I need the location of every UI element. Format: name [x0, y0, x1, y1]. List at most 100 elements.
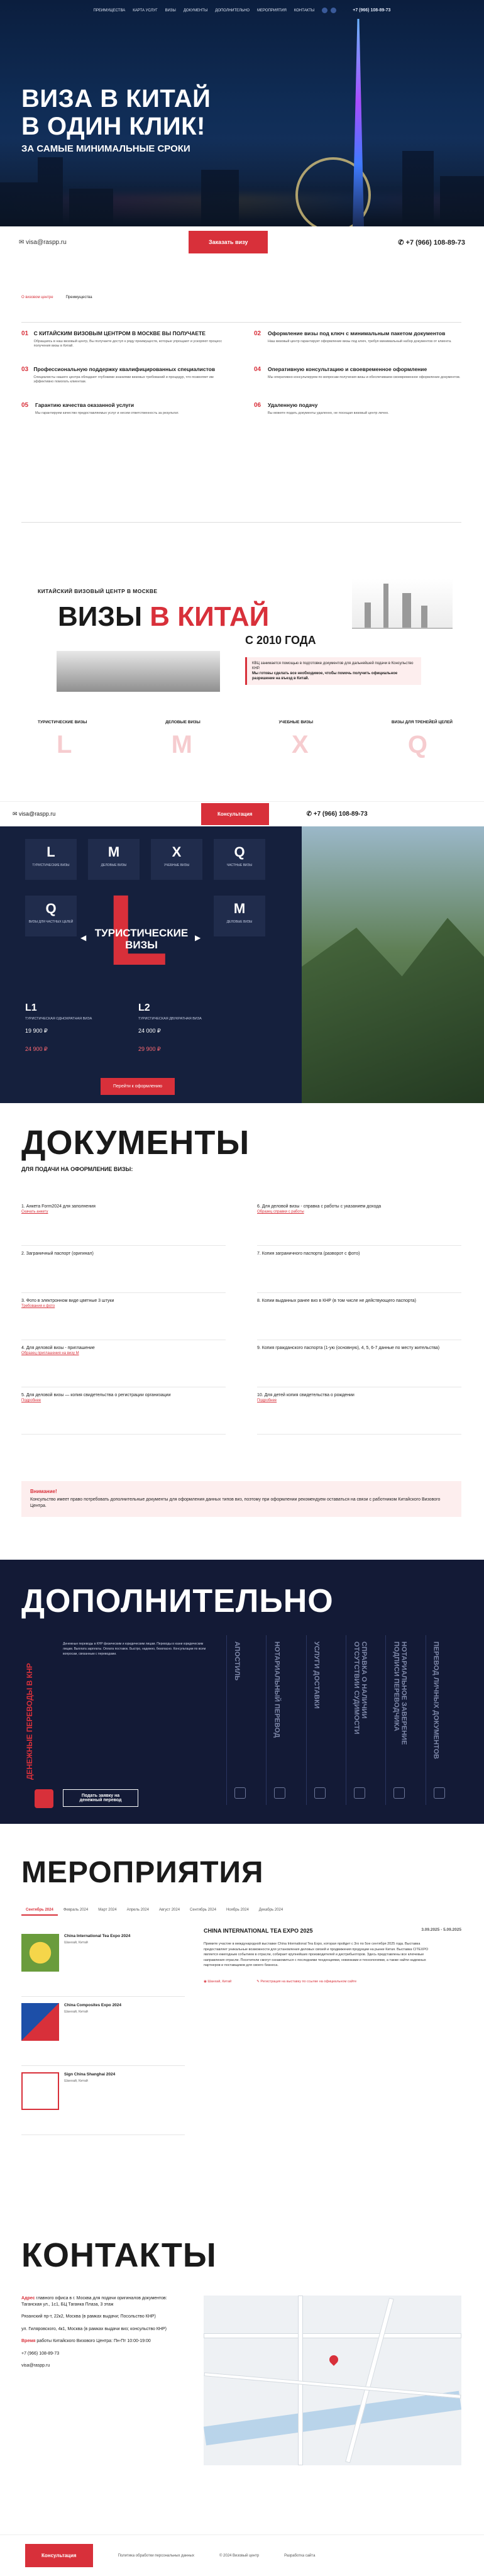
visa-categories: ТУРИСТИЧЕСКИЕ ВИЗЫ ДЕЛОВЫЕ ВИЗЫ УЧЕБНЫЕ …	[38, 720, 453, 724]
great-wall-image	[57, 651, 220, 692]
social-icons	[322, 8, 337, 13]
breadcrumb-about[interactable]: О визовом центре	[21, 296, 53, 299]
visa-tile-m-business[interactable]: M ДЕЛОВЫЕ ВИЗЫ	[214, 896, 265, 936]
hero-subtitle: ЗА САМЫЕ МИНИМАЛЬНЫЕ СРОКИ	[21, 143, 190, 154]
map-pin-icon[interactable]	[327, 2353, 340, 2366]
breadcrumb-advantages[interactable]: Преимущества	[66, 296, 92, 299]
document-icon	[433, 1787, 445, 1799]
event-title: CHINA INTERNATIONAL TEA EXPO 2025	[204, 1928, 313, 1934]
document-link[interactable]: Образец справки с работы	[257, 1209, 461, 1215]
month-tabs: Сентябрь 2024 Февраль 2024 Март 2024 Апр…	[21, 1906, 461, 1916]
tab-month[interactable]: Февраль 2024	[59, 1906, 92, 1916]
hero-email[interactable]: ✉ visa@raspp.ru	[19, 239, 176, 246]
document-link[interactable]: Подробнее	[257, 1398, 461, 1404]
category-business[interactable]: ДЕЛОВЫЕ ВИЗЫ	[165, 720, 201, 724]
service-notary-translation[interactable]: НОТАРИАЛЬНЫЙ ПЕРЕВОД	[266, 1635, 305, 1805]
document-item: 8. Копии выданных ранее виз в КНР (в том…	[257, 1293, 461, 1340]
contact-email[interactable]: visa@raspp.ru	[21, 2363, 185, 2369]
composites-expo-logo	[21, 2003, 59, 2041]
signature-icon	[393, 1787, 405, 1799]
visa-tile-l[interactable]: L ТУРИСТИЧЕСКИЕ ВИЗЫ	[25, 839, 77, 880]
documents-subtitle: ДЛЯ ПОДАЧИ НА ОФОРМЛЕНИЕ ВИЗЫ:	[21, 1166, 133, 1172]
money-transfer-button[interactable]: Подать заявку на денежный перевод	[63, 1789, 138, 1807]
go-to-order-button[interactable]: Перейти к оформлению	[101, 1078, 175, 1095]
document-item: 1. Анкета Form2024 для заполнения Скачать…	[21, 1199, 226, 1246]
nav-item-documents[interactable]: ДОКУМЕНТЫ	[184, 9, 207, 13]
consultation-button[interactable]: Консультация	[201, 803, 269, 825]
visa-types-section: L ТУРИСТИЧЕСКИЕ ВИЗЫ M ДЕЛОВЫЕ ВИЗЫ X УЧЕБН…	[0, 826, 484, 1103]
nav-item-additional[interactable]: ДОПОЛНИТЕЛЬНО	[215, 9, 250, 13]
visa-letters: LMXQ	[57, 731, 427, 758]
location-map[interactable]	[204, 2296, 461, 2465]
notice-box: Внимание! Консульство имеет право потреб…	[21, 1481, 461, 1517]
tea-expo-logo	[21, 1934, 59, 1972]
event-item[interactable]: China Composites Expo 2024 Шанхай, Китай	[21, 1997, 185, 2066]
event-register-link[interactable]: ✎ Регистрация на выставку по ссылке на о…	[256, 1980, 356, 1984]
event-location-link[interactable]: ◉ Шанхай, Китай	[204, 1980, 231, 1984]
category-study[interactable]: УЧЕБНЫЕ ВИЗЫ	[279, 720, 314, 724]
delivery-icon	[314, 1787, 326, 1799]
tab-month[interactable]: Сентябрь 2024	[21, 1906, 58, 1916]
promo-info-box: КВЦ занимается помощью в подготовке доку…	[245, 657, 421, 685]
advantage-item: 03 Профессиональную поддержку квалифициро…	[21, 366, 216, 384]
document-link[interactable]: Подробнее	[21, 1398, 226, 1404]
arrow-right-icon[interactable]: ▶	[195, 933, 201, 942]
document-item: 4. Для деловой визы - приглашение Образец…	[21, 1340, 226, 1387]
telegram-icon[interactable]	[322, 8, 328, 13]
tab-month[interactable]: Апрель 2024	[123, 1906, 153, 1916]
document-item: 3. Фото в электронном виде цветные 3 шту…	[21, 1293, 226, 1340]
document-link[interactable]: Скачать анкету	[21, 1209, 226, 1215]
nav-item-visas[interactable]: ВИЗЫ	[165, 9, 176, 13]
tab-month[interactable]: Ноябрь 2024	[222, 1906, 253, 1916]
document-link[interactable]: Требования к фото	[21, 1304, 226, 1309]
nav-item-events[interactable]: МЕРОПРИЯТИЯ	[257, 9, 287, 13]
services-columns: АПОСТИЛЬ НОТАРИАЛЬНЫЙ ПЕРЕВОД УСЛУГИ ДОС…	[226, 1635, 465, 1805]
nav-item-advantages[interactable]: ПРЕИМУЩЕСТВА	[94, 9, 126, 13]
privacy-link[interactable]: Политика обработки персональных данных	[118, 2554, 194, 2558]
contact-bar-phone[interactable]: ✆ +7 (966) 108-89-73	[307, 811, 368, 818]
document-item: 2. Заграничный паспорт (оригинал)	[21, 1246, 226, 1293]
contact-phone[interactable]: +7 (966) 108-89-73	[21, 2351, 185, 2357]
event-item[interactable]: China International Tea Expo 2024 Шанхай,…	[21, 1928, 185, 1997]
tab-month[interactable]: Август 2024	[155, 1906, 184, 1916]
visa-option-l1: L1 ТУРИСТИЧЕСКАЯ ОДНОКРАТНАЯ ВИЗА 19 900…	[25, 1002, 92, 1052]
service-apostille[interactable]: АПОСТИЛЬ	[226, 1635, 266, 1805]
event-details: CHINA INTERNATIONAL TEA EXPO 2025 3.09.20…	[204, 1928, 461, 1984]
service-criminal-record[interactable]: СПРАВКА О НАЛИЧИИ ОТСУТСТВИИ СУДИМОСТИ	[345, 1635, 385, 1805]
document-link[interactable]: Образец приглашения на визу M	[21, 1351, 226, 1357]
service-delivery[interactable]: УСЛУГИ ДОСТАВКИ	[305, 1635, 346, 1805]
category-tourist[interactable]: ТУРИСТИЧЕСКИЕ ВИЗЫ	[38, 720, 87, 724]
nav-item-contacts[interactable]: КОНТАКТЫ	[294, 9, 314, 13]
visa-tile-q[interactable]: Q ЧАСТНЫЕ ВИЗЫ	[214, 839, 265, 880]
order-visa-button[interactable]: Заказать визу	[189, 231, 268, 253]
service-personal-docs[interactable]: ПЕРЕВОД ЛИЧНЫХ ДОКУМЕНТОВ	[425, 1635, 465, 1805]
documents-title: ДОКУМЕНТЫ	[21, 1124, 250, 1162]
promo-kicker: КИТАЙСКИЙ ВИЗОВЫЙ ЦЕНТР В МОСКВЕ	[38, 588, 158, 594]
document-item: 5. Для деловой визы — копия свидетельств…	[21, 1387, 226, 1435]
top-nav: ПРЕИМУЩЕСТВА КАРТА УСЛУГ ВИЗЫ ДОКУМЕНТЫ …	[0, 8, 484, 13]
tab-month[interactable]: Сентябрь 2024	[185, 1906, 221, 1916]
transfer-icon	[35, 1789, 53, 1808]
contact-bar-email[interactable]: ✉ visa@raspp.ru	[13, 811, 201, 818]
sign-china-logo	[21, 2072, 59, 2110]
nav-item-services[interactable]: КАРТА УСЛУГ	[133, 9, 157, 13]
service-notary-signature[interactable]: НОТАРИАЛЬНОЕ ЗАВЕРЕНИЕ ПОДПИСИ ПЕРЕВОДЧИ…	[385, 1635, 425, 1805]
event-dates: 3.09.2025 - 5.09.2025	[421, 1928, 461, 1932]
document-item: 7. Копия заграничного паспорта (разворот…	[257, 1246, 461, 1293]
visa-tile-q-private[interactable]: Q ВИЗЫ ДЛЯ ЧАСТНЫХ ЦЕЛЕЙ	[25, 896, 77, 936]
event-item[interactable]: Sign China Shanghai 2024 Шанхай, Китай	[21, 2066, 185, 2135]
tab-month[interactable]: Декабрь 2024	[255, 1906, 287, 1916]
footer-consultation-button[interactable]: Консультация	[25, 2544, 93, 2567]
event-description: Примите участие в международной выставке…	[204, 1942, 429, 1967]
tab-month[interactable]: Март 2024	[94, 1906, 121, 1916]
visa-type-title: ТУРИСТИЧЕСКИЕ ВИЗЫ	[94, 927, 189, 951]
category-private[interactable]: ВИЗЫ ДЛЯ ТРЕНЕЙЕЙ ЦЕЛЕЙ	[392, 720, 453, 724]
document-item: 6. Для деловой визы - справка с работы с…	[257, 1199, 461, 1246]
developer-link[interactable]: Разработка сайта	[284, 2554, 315, 2558]
additional-section: ДОПОЛНИТЕЛЬНО ДЕНЕЖНЫЕ ПЕРЕВОДЫ В КНР Де…	[0, 1560, 484, 1824]
arrow-left-icon[interactable]: ◀	[80, 933, 86, 942]
money-transfer-label: ДЕНЕЖНЫЕ ПЕРЕВОДЫ В КНР	[25, 1663, 34, 1780]
whatsapp-icon[interactable]	[331, 8, 337, 13]
nav-phone[interactable]: +7 (966) 108-89-73	[353, 8, 390, 13]
hero-phone[interactable]: ✆ +7 (966) 108-89-73	[398, 238, 465, 247]
